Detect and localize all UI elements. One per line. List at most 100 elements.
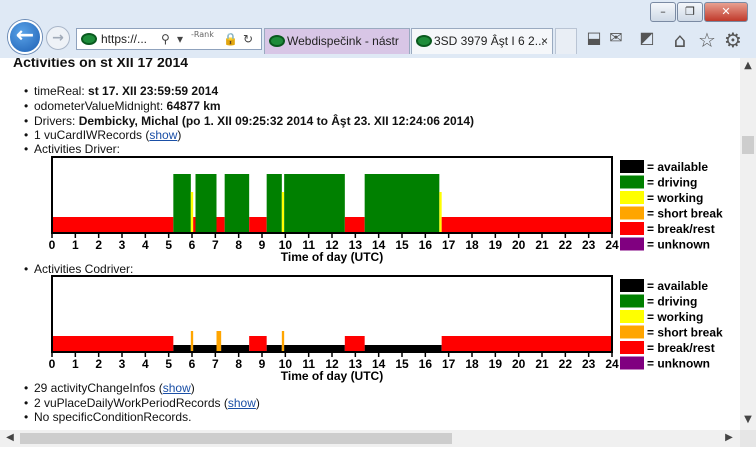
tab-label: 3SD 3979 Âşt I 6 2... xyxy=(434,34,545,48)
refresh-icon[interactable]: ↻ xyxy=(243,32,253,46)
x-tick-label: 21 xyxy=(535,357,549,371)
list-item-activities-driver: Activities Driver: xyxy=(24,142,121,156)
activity-segment xyxy=(266,174,282,233)
legend-label: = unknown xyxy=(647,357,710,371)
legend-swatch xyxy=(620,325,644,339)
legend-label: = working xyxy=(647,191,703,205)
horizontal-scrollbar[interactable]: ◀ ▶ xyxy=(0,430,740,447)
favorites-icon[interactable]: ☆ xyxy=(696,28,718,52)
activity-segment xyxy=(190,192,194,233)
item-tail: ) xyxy=(190,381,195,395)
activity-segment xyxy=(193,217,196,233)
show-link[interactable]: show xyxy=(149,128,177,142)
x-tick-label: 5 xyxy=(165,238,172,252)
new-tab-button[interactable] xyxy=(555,28,577,54)
tab-label: Webdispečink - nástr xyxy=(287,34,399,48)
x-tick-label: 18 xyxy=(465,357,479,371)
x-tick-label: 6 xyxy=(189,238,196,252)
item-key: No specificConditionRecords. xyxy=(34,410,192,424)
item-tail: ) xyxy=(255,396,260,410)
list-item-timereal: timeReal: st 17. XII 23:59:59 2014 xyxy=(24,84,218,98)
address-bar[interactable]: https://... ⚲ ▾ -Rank 🔒 ↻ xyxy=(76,28,262,50)
legend-label: = break/rest xyxy=(647,341,715,355)
item-value: 64877 km xyxy=(166,99,221,113)
item-key: 1 vuCardIWRecords ( xyxy=(34,128,150,142)
maximize-button[interactable]: ❐ xyxy=(677,2,703,22)
x-tick-label: 19 xyxy=(489,238,503,252)
x-tick-label: 19 xyxy=(489,357,503,371)
compat-view-icon[interactable]: ⬓ xyxy=(583,28,605,47)
scroll-down-icon[interactable]: ▼ xyxy=(741,414,755,425)
x-tick-label: 3 xyxy=(119,357,126,371)
search-icon[interactable]: ⚲ xyxy=(161,32,170,46)
legend-label: = break/rest xyxy=(647,222,715,236)
lock-icon[interactable]: 🔒 xyxy=(223,32,238,46)
x-tick-label: 9 xyxy=(259,357,266,371)
home-icon[interactable]: ⌂ xyxy=(669,28,691,52)
activity-segment xyxy=(441,217,612,233)
x-tick-label: 3 xyxy=(119,238,126,252)
activity-segment xyxy=(52,217,174,233)
x-tick-label: 7 xyxy=(212,238,219,252)
legend-swatch xyxy=(620,175,644,189)
x-tick-label: 18 xyxy=(465,238,479,252)
x-tick-label: 15 xyxy=(395,238,409,252)
settings-gear-icon[interactable]: ⚙ xyxy=(722,28,744,52)
mail-icon[interactable]: ✉ xyxy=(605,28,627,47)
x-tick-label: 17 xyxy=(442,238,456,252)
addon-icon[interactable]: ◩ xyxy=(636,28,658,47)
activity-segment xyxy=(195,174,217,233)
x-tick-label: 9 xyxy=(259,238,266,252)
x-tick-label: 6 xyxy=(189,357,196,371)
list-item-odometer: odometerValueMidnight: 64877 km xyxy=(24,99,221,113)
x-tick-label: 23 xyxy=(582,357,596,371)
activity-segment xyxy=(441,336,612,352)
close-window-button[interactable]: ✕ xyxy=(704,2,748,22)
address-text: https://... xyxy=(101,32,148,46)
x-tick-label: 24 xyxy=(605,357,619,371)
site-favicon-icon xyxy=(81,33,97,45)
legend-swatch xyxy=(620,191,644,204)
item-key: Activities Driver: xyxy=(34,142,121,156)
show-link[interactable]: show xyxy=(163,381,191,395)
list-item-drivers: Drivers: Dembicky, Michal (po 1. XII 09:… xyxy=(24,114,474,128)
activity-segment xyxy=(344,217,365,233)
tab-3sd[interactable]: 3SD 3979 Âşt I 6 2... × xyxy=(411,28,553,54)
list-item-vuplace: 2 vuPlaceDailyWorkPeriodRecords (show) xyxy=(24,396,260,410)
x-tick-label: 0 xyxy=(49,238,56,252)
page-title: Activities on st XII 17 2014 xyxy=(13,58,189,70)
legend-label: = available xyxy=(647,160,708,174)
x-tick-label: 4 xyxy=(142,238,149,252)
list-item-specificcondition: No specificConditionRecords. xyxy=(24,410,192,424)
forward-button[interactable]: → xyxy=(46,26,70,50)
item-value: Dembicky, Michal (po 1. XII 09:25:32 201… xyxy=(78,114,474,128)
back-button[interactable]: ← xyxy=(8,20,42,54)
tab-webdispecink[interactable]: Webdispečink - nástr xyxy=(264,28,410,54)
legend-label: = driving xyxy=(647,176,697,190)
scroll-left-icon[interactable]: ◀ xyxy=(3,432,17,443)
activity-segment xyxy=(284,345,345,352)
x-tick-label: 21 xyxy=(535,238,549,252)
x-axis-label: Time of day (UTC) xyxy=(281,369,383,383)
activity-segment xyxy=(173,174,191,233)
show-link[interactable]: show xyxy=(228,396,256,410)
item-key: 29 activityChangeInfos ( xyxy=(34,381,163,395)
x-tick-label: 7 xyxy=(212,357,219,371)
activity-segment xyxy=(249,336,267,352)
scroll-up-icon[interactable]: ▲ xyxy=(741,60,755,71)
x-tick-label: 16 xyxy=(419,357,433,371)
driver-activity-chart: 0 1 2 3 4 5 6 7 8 9 10 11 12 13 14 15 16 17 18 19 20 21 22 23 24… xyxy=(49,156,723,264)
x-tick-label: 15 xyxy=(395,357,409,371)
vertical-scrollbar[interactable]: ▲ ▼ xyxy=(740,58,756,430)
horizontal-scroll-thumb[interactable] xyxy=(20,433,452,444)
legend-swatch xyxy=(620,356,644,370)
activity-segment xyxy=(364,345,442,352)
dropdown-icon[interactable]: ▾ xyxy=(177,32,183,46)
activity-segment xyxy=(281,192,285,233)
minimize-button[interactable]: – xyxy=(650,2,676,22)
scroll-right-icon[interactable]: ▶ xyxy=(722,432,736,443)
x-tick-label: 1 xyxy=(72,238,79,252)
tab-close-icon[interactable]: × xyxy=(541,29,548,53)
tab-favicon-icon xyxy=(269,35,285,47)
vertical-scroll-thumb[interactable] xyxy=(742,136,754,154)
